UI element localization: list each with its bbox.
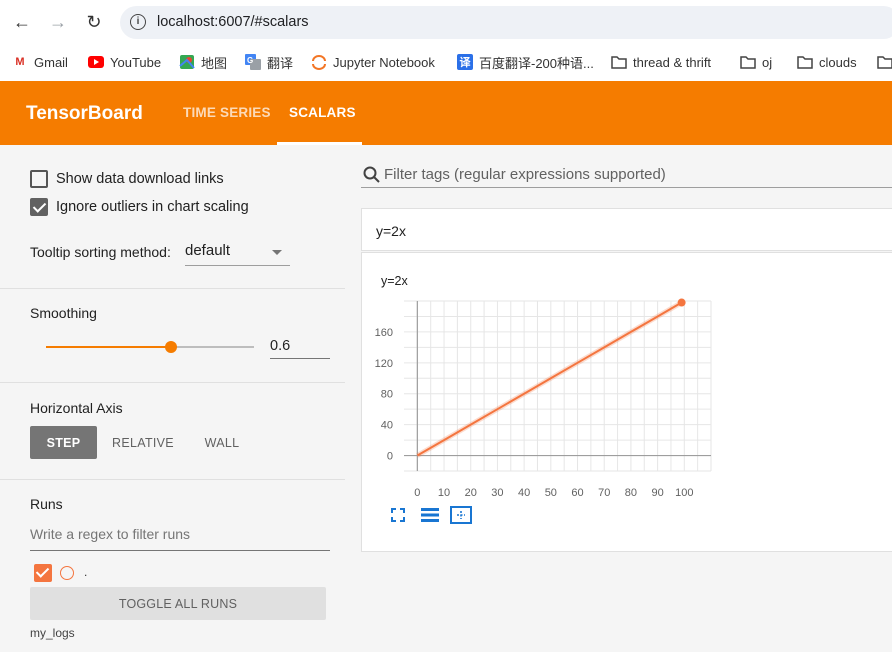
tag-filter-input[interactable]: Filter tags (regular expressions support… (361, 158, 892, 188)
jupyter-icon (311, 54, 327, 70)
reload-icon[interactable]: ↻ (83, 11, 105, 33)
x-tick-label: 50 (545, 487, 557, 499)
folder-icon (797, 54, 813, 70)
ignore-outliers-checkbox[interactable] (30, 198, 48, 216)
ignore-outliers-label[interactable]: Ignore outliers in chart scaling (56, 199, 249, 215)
svg-text:G: G (247, 56, 253, 65)
bookmark-oj[interactable]: oj (740, 53, 772, 71)
address-bar[interactable]: i localhost:6007/#scalars (120, 6, 892, 39)
tooltip-sorting-label: Tooltip sorting method: (30, 244, 171, 260)
x-tick-label: 60 (571, 487, 583, 499)
x-tick-label: 0 (414, 487, 420, 499)
x-tick-label: 10 (438, 487, 450, 499)
search-icon (363, 166, 380, 183)
runs-regex-input[interactable]: Write a regex to filter runs (30, 526, 330, 551)
y-tick-label: 120 (375, 358, 393, 370)
folder-icon (877, 54, 892, 70)
tab-time-series[interactable]: TIME SERIES (183, 105, 271, 120)
tag-group-header[interactable]: y=2x (361, 208, 892, 251)
app-logo: TensorBoard (26, 103, 143, 124)
x-tick-label: 20 (465, 487, 477, 499)
axis-wall-button[interactable]: WALL (196, 426, 248, 459)
forward-arrow-icon[interactable]: → (47, 11, 69, 33)
browser-toolbar: ← → ↻ i localhost:6007/#scalars (0, 0, 892, 44)
x-tick-label: 70 (598, 487, 610, 499)
sidebar: Show data download links Ignore outliers… (0, 145, 345, 652)
fit-domain-icon[interactable] (450, 506, 472, 524)
y-tick-label: 160 (375, 327, 393, 339)
dropdown-arrow-icon (272, 250, 282, 255)
x-tick-label: 40 (518, 487, 530, 499)
run-color-icon[interactable] (60, 566, 74, 580)
scalar-chart[interactable]: 0 10 20 30 40 50 60 70 80 90 100 0 40 80 120 160 (362, 293, 732, 513)
axis-relative-button[interactable]: RELATIVE (108, 426, 178, 459)
divider (0, 288, 345, 289)
fullscreen-icon[interactable] (390, 507, 406, 523)
y-tick-label: 0 (387, 451, 393, 463)
smoothing-label: Smoothing (30, 305, 97, 321)
x-tick-label: 100 (675, 487, 693, 499)
scalar-chart-card: y=2x 0 10 20 30 40 50 60 70 80 90 100 0 40 80 120 160 (361, 252, 892, 552)
bookmark-baidu-translate[interactable]: 译百度翻译-200种语... (457, 53, 594, 71)
tensorboard-header: TensorBoard TIME SERIES SCALARS (0, 81, 892, 145)
divider (0, 382, 345, 383)
bookmark-overflow-folder[interactable] (877, 53, 892, 71)
smoothing-slider-thumb[interactable] (164, 341, 177, 353)
back-arrow-icon[interactable]: ← (11, 11, 33, 33)
show-download-links-label[interactable]: Show data download links (56, 171, 224, 187)
y-tick-label: 80 (381, 389, 393, 401)
log-scale-toggle-icon[interactable] (420, 507, 440, 523)
bookmark-youtube[interactable]: YouTube (88, 53, 161, 71)
bookmark-maps[interactable]: 地图 (179, 53, 227, 71)
smoothing-slider-fill (46, 346, 171, 348)
bookmark-jupyter[interactable]: Jupyter Notebook (311, 53, 435, 71)
translate-icon: G (245, 54, 261, 70)
show-download-links-checkbox[interactable] (30, 170, 48, 188)
youtube-icon (88, 54, 104, 70)
folder-icon (740, 54, 756, 70)
gmail-icon: M (15, 56, 25, 68)
smoothing-input[interactable]: 0.6 (270, 335, 330, 359)
bookmark-clouds[interactable]: clouds (797, 53, 857, 71)
url-text[interactable]: localhost:6007/#scalars (157, 14, 309, 30)
series-end-point[interactable] (677, 298, 686, 307)
axis-step-button[interactable]: STEP (30, 426, 97, 459)
bookmarks-bar: M Gmail YouTube 地图 G 翻译 Jupyter Notebook 译… (0, 44, 892, 81)
bookmark-gmail[interactable]: M Gmail (12, 53, 68, 71)
toggle-all-runs-button[interactable]: TOGGLE ALL RUNS (30, 587, 326, 620)
run-checkbox[interactable] (34, 564, 52, 582)
tooltip-sorting-select[interactable]: default (185, 242, 290, 266)
x-tick-label: 80 (625, 487, 637, 499)
bookmark-thread-thrift[interactable]: thread & thrift (611, 53, 711, 71)
chart-title: y=2x (381, 274, 408, 288)
x-tick-label: 90 (651, 487, 663, 499)
y-tick-label: 40 (381, 420, 393, 432)
tag-group-title: y=2x (376, 223, 406, 239)
logdir-label: my_logs (30, 626, 75, 640)
bookmark-translate[interactable]: G 翻译 (245, 53, 293, 71)
baidu-translate-icon: 译 (457, 54, 473, 70)
horizontal-axis-label: Horizontal Axis (30, 400, 123, 416)
folder-icon (611, 54, 627, 70)
maps-icon (179, 54, 195, 70)
runs-label: Runs (30, 496, 63, 512)
tooltip-sorting-value: default (185, 242, 231, 259)
run-name: . (84, 565, 88, 579)
divider (0, 479, 345, 480)
x-tick-label: 30 (491, 487, 503, 499)
tab-scalars[interactable]: SCALARS (289, 105, 356, 120)
site-info-icon[interactable]: i (130, 14, 146, 30)
tag-filter-placeholder: Filter tags (regular expressions support… (384, 166, 666, 183)
